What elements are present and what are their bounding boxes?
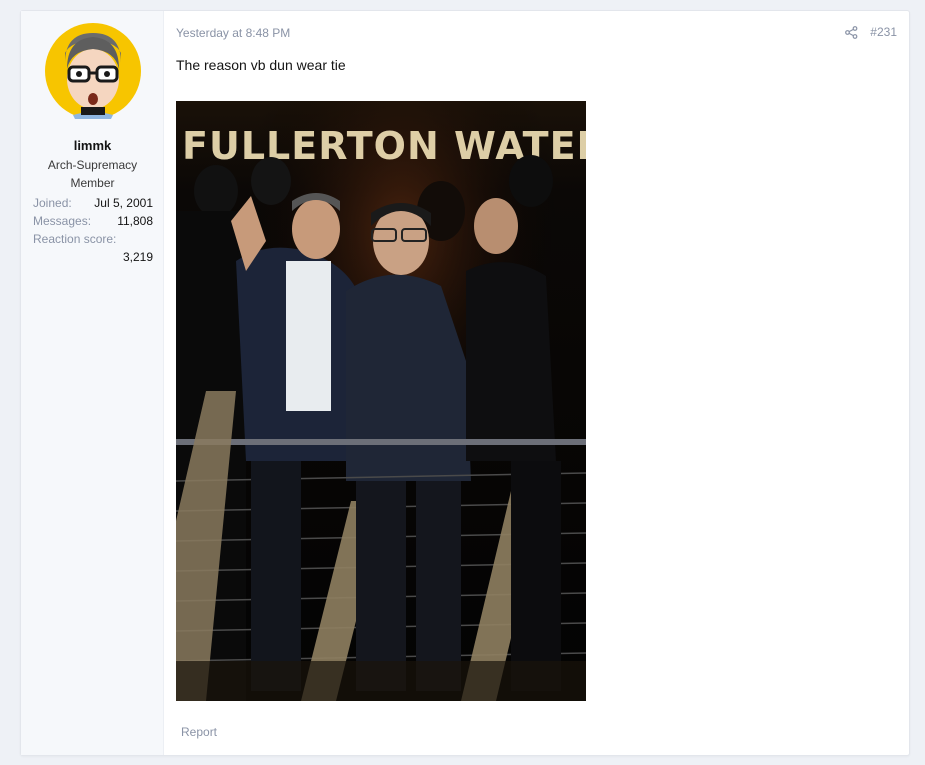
user-info-column: limmk Arch-Supremacy Member Joined: Jul … [21,11,164,755]
share-icon[interactable] [845,25,858,39]
post-main: Yesterday at 8:48 PM #231 The reason vb … [176,11,909,755]
user-stats: Joined: Jul 5, 2001 Messages: 11,808 Rea… [33,194,153,266]
stat-joined: Joined: Jul 5, 2001 [33,194,153,212]
stat-label: Joined: [33,196,72,210]
post-timestamp[interactable]: Yesterday at 8:48 PM [176,26,290,40]
stat-messages: Messages: 11,808 [33,212,153,230]
stat-value: 3,219 [122,250,153,264]
post-card: limmk Arch-Supremacy Member Joined: Jul … [20,10,910,756]
post-number[interactable]: #231 [870,25,897,39]
stat-label: Reaction score: [33,232,117,246]
avatar-icon [45,23,141,119]
stat-reaction-score: Reaction score: 3,219 [33,230,153,266]
post-image[interactable]: FULLERTON WATERBOAT HOU [176,101,586,701]
user-title: Arch-Supremacy Member [47,158,138,190]
post-body-text: The reason vb dun wear tie [176,57,346,73]
stat-label: Messages: [33,214,92,228]
stat-value[interactable]: 11,808 [117,212,153,230]
stat-value: Jul 5, 2001 [94,196,153,210]
report-link[interactable]: Report [181,725,217,739]
username[interactable]: limmk [21,138,164,153]
avatar[interactable] [45,23,141,119]
post-tools: #231 [845,25,897,39]
